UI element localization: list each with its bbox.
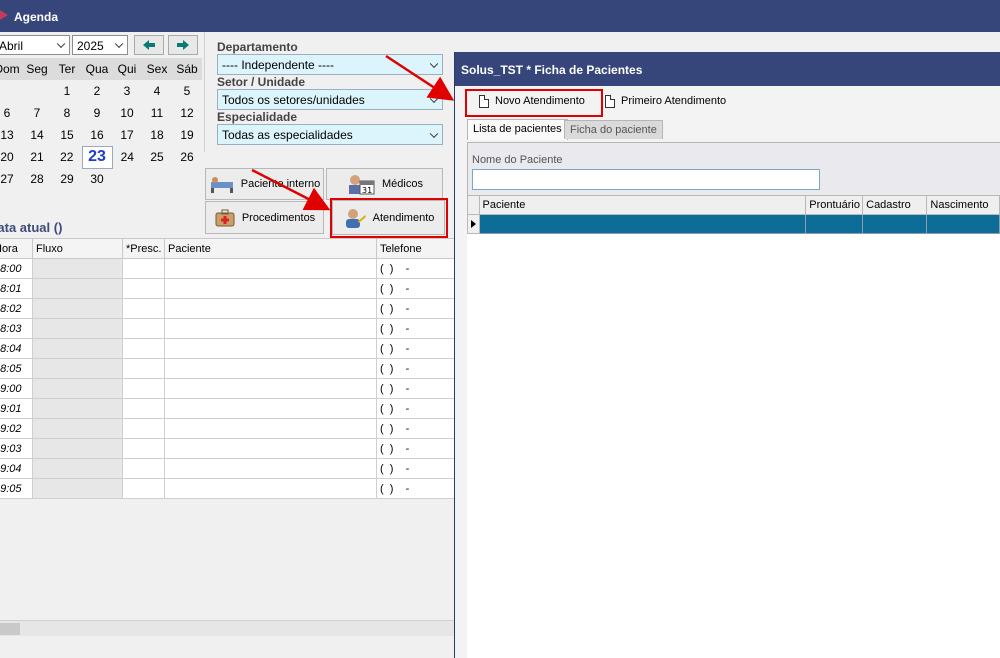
arrow-to-dialog	[385, 54, 455, 101]
arrow-to-atendimento	[251, 168, 331, 211]
annotation-arrows	[251, 54, 455, 211]
